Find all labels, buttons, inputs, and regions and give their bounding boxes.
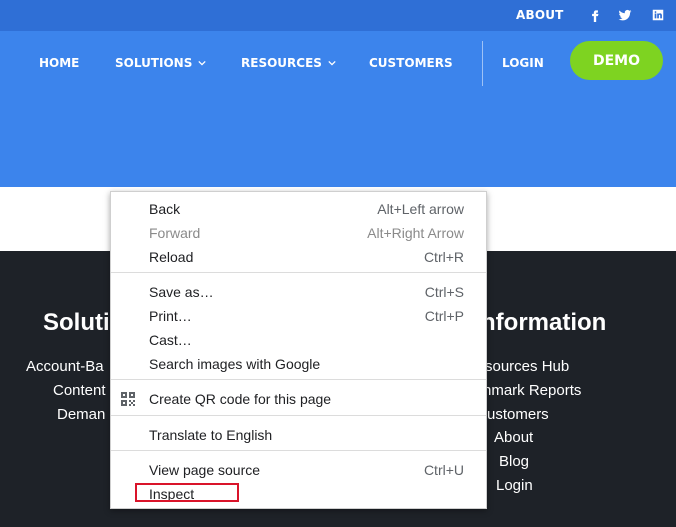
menu-item-translate[interactable]: Translate to English xyxy=(111,423,486,447)
nav-solutions[interactable]: SOLUTIONS xyxy=(115,56,206,70)
chevron-down-icon xyxy=(198,59,206,67)
main-navbar: HOME SOLUTIONS RESOURCES CUSTOMERS LOGIN… xyxy=(0,31,676,187)
facebook-icon[interactable] xyxy=(588,8,602,22)
menu-item-label: Print… xyxy=(149,308,192,324)
menu-item-label: Search images with Google xyxy=(149,356,321,372)
footer-link[interactable]: Account-Ba xyxy=(26,358,104,375)
menu-item-back[interactable]: Back Alt+Left arrow xyxy=(111,197,486,221)
top-bar: ABOUT xyxy=(0,0,676,31)
menu-item-label: Forward xyxy=(149,225,201,241)
menu-item-label: Create QR code for this page xyxy=(149,391,332,407)
footer-link[interactable]: Content xyxy=(53,382,106,399)
footer-solutions-heading: Soluti xyxy=(43,309,110,336)
menu-separator xyxy=(111,379,486,380)
footer-link[interactable]: sources Hub xyxy=(485,358,569,375)
qr-code-icon xyxy=(121,392,135,406)
nav-resources-label: RESOURCES xyxy=(241,56,322,70)
menu-item-shortcut: Ctrl+R xyxy=(423,249,464,265)
menu-separator xyxy=(111,450,486,451)
nav-customers-label: CUSTOMERS xyxy=(369,56,453,70)
menu-separator xyxy=(111,415,486,416)
menu-item-shortcut: Ctrl+S xyxy=(424,284,464,300)
menu-item-label: Cast… xyxy=(149,332,192,348)
context-menu: Back Alt+Left arrow Forward Alt+Right Ar… xyxy=(110,191,487,509)
menu-item-label: View page source xyxy=(149,462,261,478)
menu-separator xyxy=(111,272,486,273)
login-link[interactable]: LOGIN xyxy=(502,56,544,70)
nav-customers[interactable]: CUSTOMERS xyxy=(369,56,453,70)
chevron-down-icon xyxy=(328,59,336,67)
about-link[interactable]: ABOUT xyxy=(516,8,564,22)
menu-item-label: Translate to English xyxy=(149,427,273,443)
menu-item-forward[interactable]: Forward Alt+Right Arrow xyxy=(111,221,486,245)
menu-item-shortcut: Ctrl+U xyxy=(423,462,464,478)
menu-item-label: Back xyxy=(149,201,181,217)
menu-item-cast[interactable]: Cast… xyxy=(111,328,486,352)
menu-item-label: Save as… xyxy=(149,284,214,300)
menu-item-shortcut: Alt+Right Arrow xyxy=(367,225,464,241)
footer-information-heading: nformation xyxy=(481,309,607,336)
menu-item-save-as[interactable]: Save as… Ctrl+S xyxy=(111,280,486,304)
menu-item-print[interactable]: Print… Ctrl+P xyxy=(111,304,486,328)
menu-item-search-images[interactable]: Search images with Google xyxy=(111,352,486,376)
menu-item-reload[interactable]: Reload Ctrl+R xyxy=(111,245,486,269)
nav-divider xyxy=(482,41,483,86)
menu-item-create-qr-code[interactable]: Create QR code for this page xyxy=(111,387,486,411)
demo-button[interactable]: DEMO xyxy=(570,41,663,80)
nav-solutions-label: SOLUTIONS xyxy=(115,56,193,70)
nav-resources[interactable]: RESOURCES xyxy=(241,56,336,70)
menu-item-label: Reload xyxy=(149,249,194,265)
nav-home[interactable]: HOME xyxy=(39,56,79,70)
footer-link[interactable]: ustomers xyxy=(487,406,549,423)
footer-link[interactable]: About xyxy=(494,429,533,446)
footer-link[interactable]: Deman xyxy=(57,406,105,423)
twitter-icon[interactable] xyxy=(618,8,632,22)
menu-item-view-page-source[interactable]: View page source Ctrl+U xyxy=(111,458,486,482)
footer-link[interactable]: nmark Reports xyxy=(483,382,581,399)
inspect-highlight-box xyxy=(135,483,239,502)
menu-item-shortcut: Ctrl+P xyxy=(424,308,464,324)
footer-link[interactable]: Login xyxy=(496,477,533,494)
menu-item-shortcut: Alt+Left arrow xyxy=(377,201,464,217)
footer-link[interactable]: Blog xyxy=(499,453,529,470)
linkedin-icon[interactable] xyxy=(651,8,665,22)
nav-home-label: HOME xyxy=(39,56,80,70)
